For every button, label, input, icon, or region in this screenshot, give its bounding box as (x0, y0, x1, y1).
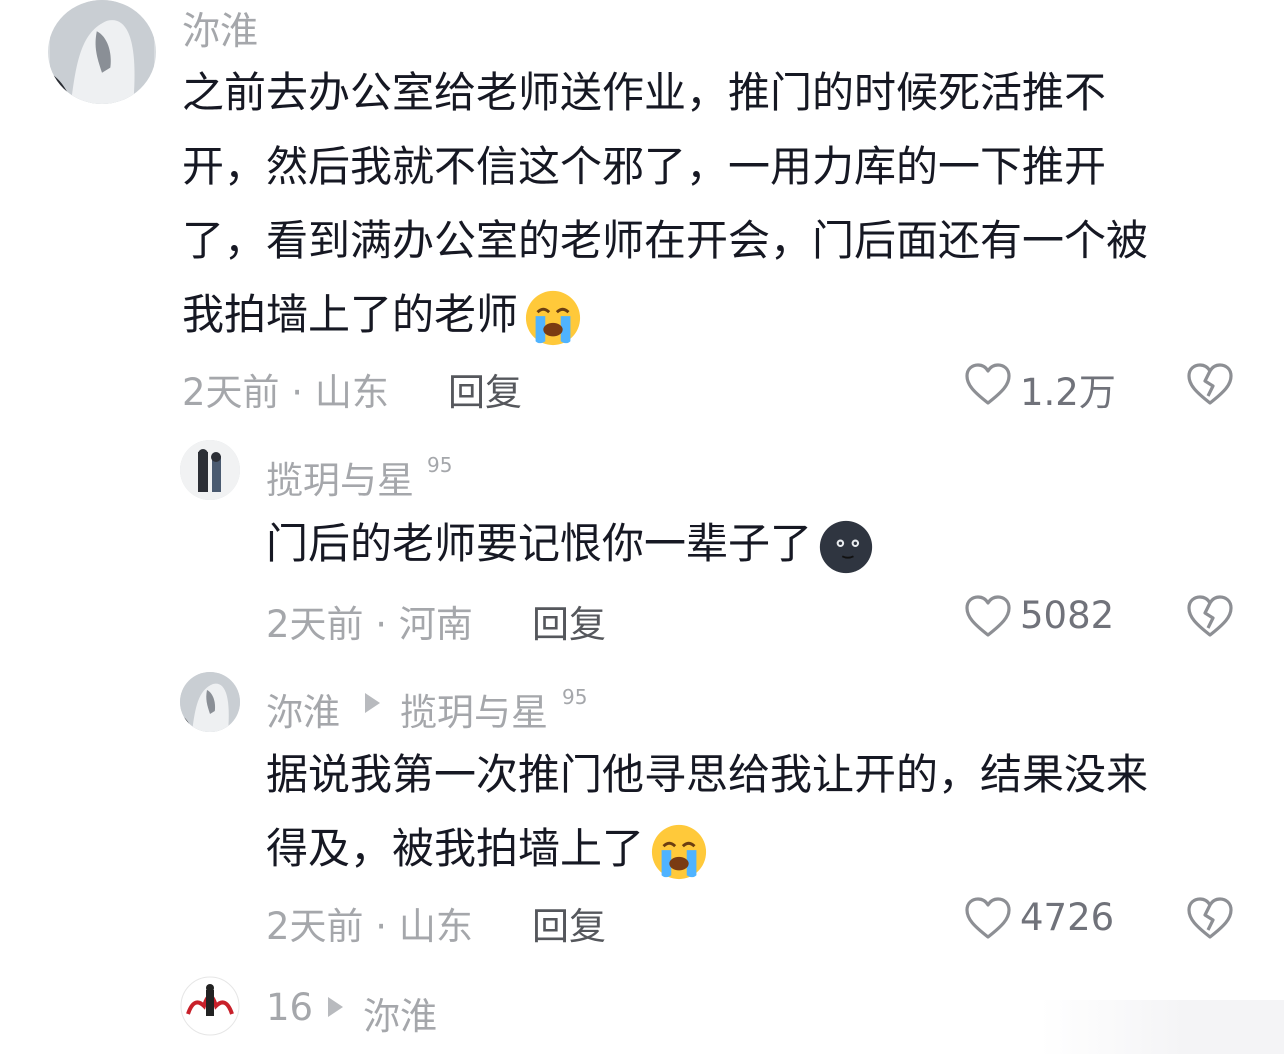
user-badge: 95 (562, 685, 588, 709)
new-moon-face-icon (819, 520, 873, 573)
avatar[interactable] (180, 440, 240, 500)
bottom-fade (1040, 1000, 1284, 1054)
loudly-crying-face-icon (651, 824, 707, 879)
comment-line: 开，然后我就不信这个邪了，一用力库的一下推开 (182, 142, 1107, 191)
like-count: 1.2万 (1020, 371, 1116, 414)
heart-icon[interactable] (964, 362, 1012, 406)
reply-button[interactable]: 回复 (532, 594, 606, 648)
avatar[interactable] (180, 672, 240, 732)
broken-heart-icon[interactable] (1186, 896, 1234, 940)
comment-body: 之前去办公室给老师送作业，推门的时候死活推不 开，然后我就不信这个邪了，一用力库… (182, 56, 1148, 352)
comment-username[interactable]: 16 (266, 986, 313, 1029)
reply-to-username[interactable]: 沵淮 (363, 986, 437, 1040)
heart-icon[interactable] (964, 594, 1012, 638)
comment-line: 了，看到满办公室的老师在开会，门后面还有一个被 (182, 216, 1149, 265)
heart-icon[interactable] (964, 896, 1012, 940)
like-count: 4726 (1020, 896, 1115, 939)
comment-username[interactable]: 沵淮 (182, 0, 258, 55)
reply-button[interactable]: 回复 (532, 896, 606, 950)
comment-username[interactable]: 沵淮 (266, 682, 340, 736)
reply-to-username[interactable]: 揽玥与星 (400, 682, 548, 736)
comment-body: 门后的老师要记恨你一辈子了 (266, 507, 874, 581)
comment-body: 据说我第一次推门他寻思给我让开的，结果没来 得及，被我拍墙上了 (266, 738, 1148, 886)
comment-line: 据说我第一次推门他寻思给我让开的，结果没来 (266, 750, 1149, 799)
comment-meta: 2天前 · 河南 (266, 603, 473, 646)
loudly-crying-face-icon (525, 290, 581, 345)
comment-line: 门后的老师要记恨你一辈子了 (266, 519, 813, 568)
comment-last-line: 得及，被我拍墙上了 (266, 812, 1148, 886)
avatar[interactable] (48, 0, 156, 104)
comment-meta: 2天前 · 山东 (266, 905, 473, 948)
comment-line: 我拍墙上了的老师 (182, 290, 519, 339)
comment-line: 得及，被我拍墙上了 (266, 824, 645, 873)
comment-line: 之前去办公室给老师送作业，推门的时候死活推不 (182, 68, 1107, 117)
reply-arrow-icon (365, 693, 380, 713)
reply-arrow-icon (328, 997, 343, 1017)
avatar[interactable] (180, 976, 240, 1036)
like-count: 5082 (1020, 594, 1115, 637)
reply-button[interactable]: 回复 (448, 362, 522, 416)
comment-meta: 2天前 · 山东 (182, 371, 389, 414)
comment-last-line: 我拍墙上了的老师 (182, 278, 1148, 352)
comment-username[interactable]: 揽玥与星 (266, 450, 414, 504)
broken-heart-icon[interactable] (1186, 594, 1234, 638)
user-badge: 95 (427, 453, 453, 477)
broken-heart-icon[interactable] (1186, 362, 1234, 406)
